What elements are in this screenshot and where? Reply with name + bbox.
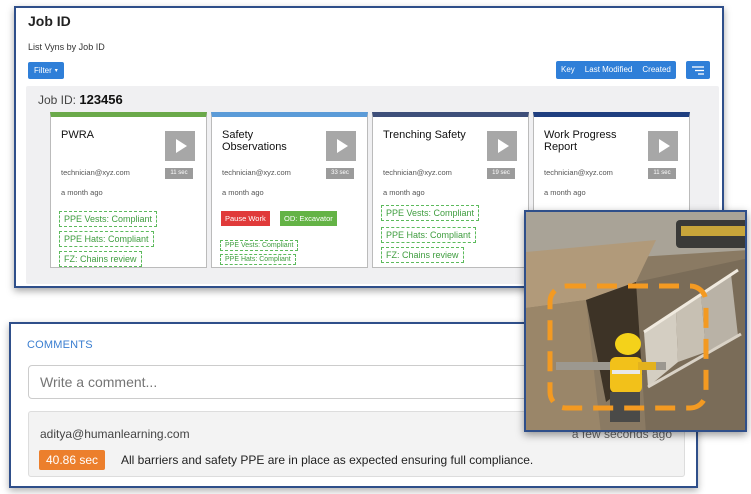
sort-toggle-group: Key Last Modified Created — [556, 61, 676, 79]
video-timestamp-badge[interactable]: 40.86 sec — [39, 450, 106, 470]
trench-video-frame[interactable] — [524, 210, 747, 432]
play-icon[interactable] — [487, 131, 517, 161]
excavator-bucket — [676, 220, 745, 248]
caret-down-icon: ▾ — [54, 68, 58, 74]
comment-author[interactable]: aditya@humanlearning.com — [40, 427, 190, 441]
page-title: Job ID — [28, 13, 71, 29]
vyn-card[interactable]: Trenching Safety 19 sec technician@xyz.c… — [372, 112, 529, 268]
card-title: Trenching Safety — [383, 129, 466, 141]
play-icon[interactable] — [648, 131, 678, 161]
tag: PPE Vests: Compliant — [59, 211, 158, 227]
job-id-line: Job ID: 123456 — [38, 92, 123, 107]
tag: PPE Vests: Compliant — [381, 205, 480, 221]
card-email: technician@xyz.com — [222, 168, 291, 177]
play-icon[interactable] — [165, 131, 195, 161]
tag: PPE Hats: Compliant — [381, 227, 476, 243]
vyn-card[interactable]: PWRA 11 sec technician@xyz.com a month a… — [50, 112, 207, 268]
sort-created-button[interactable]: Created — [637, 61, 675, 79]
filter-label: Filter — [34, 66, 52, 75]
tag: PPE Hats: Compliant — [59, 231, 154, 247]
duration-badge: 11 sec — [165, 168, 193, 179]
od-excavator-badge: OD: Excavator — [280, 211, 337, 226]
duration-badge: 19 sec — [487, 168, 515, 179]
job-id-label: Job ID: — [38, 93, 77, 107]
tag: PPE Vests: Compliant — [220, 240, 299, 251]
card-title: Work Progress Report — [544, 129, 617, 153]
card-time: a month ago — [383, 188, 425, 197]
duration-badge: 11 sec — [648, 168, 676, 179]
sort-lines-icon — [692, 65, 704, 75]
card-email: technician@xyz.com — [61, 168, 130, 177]
pause-work-badge: Pause Work — [221, 211, 270, 226]
card-email: technician@xyz.com — [383, 168, 452, 177]
comment-text: All barriers and safety PPE are in place… — [121, 453, 534, 467]
card-time: a month ago — [222, 188, 264, 197]
card-time: a month ago — [61, 188, 103, 197]
card-title: Safety Observations — [222, 129, 287, 153]
trench-photo — [526, 212, 745, 430]
card-email: technician@xyz.com — [544, 168, 613, 177]
play-icon[interactable] — [326, 131, 356, 161]
duration-badge: 33 sec — [326, 168, 354, 179]
vyn-card[interactable]: Safety Observations 33 sec technician@xy… — [211, 112, 368, 268]
tag: FZ: Chains review — [381, 247, 464, 263]
sort-last-modified-button[interactable]: Last Modified — [580, 61, 638, 79]
sort-key-button[interactable]: Key — [556, 61, 580, 79]
card-title: PWRA — [61, 129, 94, 141]
tag: FZ: Chains review — [59, 251, 142, 267]
tag: PPE Hats: Compliant — [220, 254, 296, 265]
comments-heading: COMMENTS — [27, 339, 93, 351]
page-subtitle: List Vyns by Job ID — [28, 42, 105, 52]
sort-order-button[interactable] — [686, 61, 710, 79]
filter-button[interactable]: Filter ▾ — [28, 62, 64, 79]
card-time: a month ago — [544, 188, 586, 197]
job-id-value: 123456 — [79, 92, 123, 107]
